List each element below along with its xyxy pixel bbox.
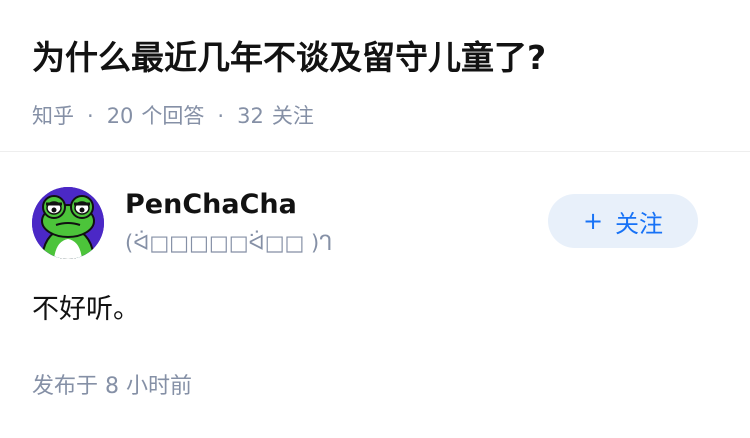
answer-count-label[interactable]: 个回答 — [141, 102, 204, 130]
question-meta: 知乎 · 20 个回答 · 32 关注 — [32, 102, 730, 130]
answer-content[interactable]: 不好听。 — [32, 292, 140, 328]
follower-count[interactable]: 32 — [237, 102, 264, 130]
question-title[interactable]: 为什么最近几年不谈及留守儿童了? — [32, 34, 730, 82]
meta-separator: · — [87, 104, 94, 128]
follower-count-label[interactable]: 关注 — [272, 102, 314, 130]
question-header: 为什么最近几年不谈及留守儿童了? 知乎 · 20 个回答 · 32 关注 — [32, 34, 730, 130]
frog-avatar-icon — [32, 187, 104, 259]
source-label[interactable]: 知乎 — [32, 102, 74, 130]
divider — [0, 151, 750, 152]
author-info: PenChaCha (ᐛ□□□□□ᐛ□□ )ᒉ + 关注 — [32, 185, 722, 260]
meta-separator: · — [217, 104, 225, 128]
plus-icon: + — [582, 207, 604, 235]
answer-count[interactable]: 20 — [107, 102, 134, 130]
author-name[interactable]: PenChaCha — [125, 188, 297, 222]
author-headline: (ᐛ□□□□□ᐛ□□ )ᒉ — [125, 231, 333, 255]
follow-label: 关注 — [615, 209, 664, 238]
answer-timestamp[interactable]: 发布于 8 小时前 — [32, 372, 192, 402]
avatar[interactable] — [32, 187, 104, 259]
follow-button[interactable]: + 关注 — [548, 194, 698, 248]
